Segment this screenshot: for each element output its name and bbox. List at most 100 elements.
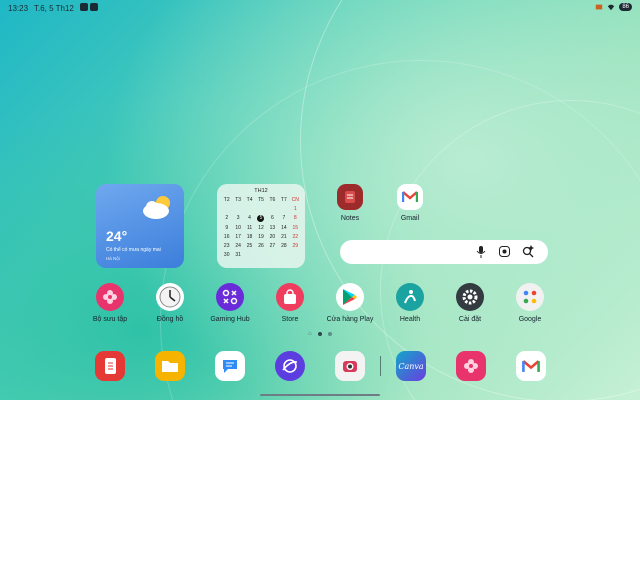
gesture-bar[interactable] bbox=[260, 394, 380, 396]
status-time: 13:23 bbox=[8, 4, 29, 13]
messages-icon bbox=[223, 360, 237, 373]
internet-icon bbox=[282, 359, 298, 373]
calendar-day[interactable]: 31 bbox=[232, 252, 243, 258]
app-label: Google bbox=[518, 316, 542, 323]
calendar-day[interactable] bbox=[244, 206, 255, 212]
calendar-weekday: CN bbox=[291, 197, 299, 203]
calendar-day[interactable]: 3 bbox=[232, 215, 243, 222]
canva-icon: Canva bbox=[398, 361, 424, 371]
clock-icon bbox=[156, 283, 184, 311]
page-indicator[interactable]: ⌂ bbox=[308, 331, 332, 337]
app-notes[interactable]: Notes bbox=[320, 184, 380, 222]
weather-temperature: 24° bbox=[106, 228, 128, 244]
dock-camera[interactable] bbox=[335, 351, 365, 381]
calendar-day[interactable]: 15 bbox=[290, 225, 301, 231]
calendar-day[interactable] bbox=[278, 252, 289, 258]
camera-icon bbox=[343, 361, 357, 372]
calendar-day[interactable]: 26 bbox=[255, 243, 266, 249]
app-clock[interactable]: Đồng hồ bbox=[140, 283, 200, 323]
calendar-day[interactable]: 1 bbox=[290, 206, 301, 212]
calendar-day[interactable] bbox=[221, 206, 232, 212]
calendar-day[interactable]: 27 bbox=[267, 243, 278, 249]
app-label: Store bbox=[281, 316, 299, 323]
calendar-day[interactable]: 20 bbox=[267, 234, 278, 240]
calendar-day[interactable]: 6 bbox=[267, 215, 278, 222]
dock-messages[interactable] bbox=[215, 351, 245, 381]
gmail-icon bbox=[397, 184, 423, 210]
calendar-day[interactable]: 7 bbox=[278, 215, 289, 222]
calendar-weekday: T5 bbox=[258, 197, 264, 203]
weather-city: Hà Nội bbox=[106, 256, 120, 261]
app-gallery[interactable]: Bộ sưu tập bbox=[80, 283, 140, 323]
gaming-hub-icon bbox=[216, 283, 244, 311]
gallery-icon bbox=[96, 283, 124, 311]
app-health[interactable]: Health bbox=[380, 283, 440, 323]
calendar-grid: T2 T3 T4 T5 T6 T7 CN 1 2 3 4 5 6 7 8 9 10 11 12 13 14 15 16 17 1… bbox=[221, 197, 301, 258]
app-gaming-hub[interactable]: Gaming Hub bbox=[200, 283, 260, 323]
calendar-day[interactable]: 16 bbox=[221, 234, 232, 240]
status-date: T.6, 5 Th12 bbox=[34, 4, 74, 13]
alarm-icon bbox=[596, 4, 603, 10]
app-settings[interactable]: Cài đặt bbox=[440, 283, 500, 323]
dock-samsung-notes[interactable] bbox=[95, 351, 125, 381]
calendar-day[interactable] bbox=[255, 252, 266, 258]
calendar-day[interactable]: 14 bbox=[278, 225, 289, 231]
health-icon bbox=[396, 283, 424, 311]
weather-widget[interactable]: 24° Có thể có mưa ngày mai Hà Nội bbox=[96, 184, 184, 268]
calendar-day[interactable] bbox=[232, 206, 243, 212]
ai-search-icon[interactable] bbox=[522, 245, 534, 258]
calendar-weekday: T3 bbox=[235, 197, 242, 203]
calendar-day[interactable]: 13 bbox=[267, 225, 278, 231]
lens-icon[interactable] bbox=[499, 246, 510, 257]
calendar-day[interactable] bbox=[244, 252, 255, 258]
calendar-day[interactable]: 24 bbox=[232, 243, 243, 249]
calendar-widget[interactable]: TH12 T2 T3 T4 T5 T6 T7 CN 1 2 3 4 5 6 7 8 9 10 11 12 13 14 15… bbox=[217, 184, 305, 268]
calendar-day[interactable]: 10 bbox=[232, 225, 243, 231]
app-store[interactable]: Store bbox=[260, 283, 320, 323]
calendar-day[interactable]: 2 bbox=[221, 215, 232, 222]
status-bar: 13:23 T.6, 5 Th12 86 bbox=[0, 0, 640, 18]
calendar-day[interactable] bbox=[267, 252, 278, 258]
play-store-icon bbox=[336, 283, 364, 311]
calendar-weekday: T6 bbox=[269, 197, 276, 203]
calendar-day[interactable] bbox=[278, 206, 289, 212]
app-gmail[interactable]: Gmail bbox=[380, 184, 440, 222]
calendar-month: TH12 bbox=[254, 188, 268, 194]
calendar-day[interactable]: 12 bbox=[255, 225, 266, 231]
calendar-day[interactable]: 9 bbox=[221, 225, 232, 231]
mic-icon[interactable] bbox=[476, 246, 486, 258]
dock-gallery[interactable] bbox=[456, 351, 486, 381]
calendar-day[interactable]: 5 bbox=[255, 215, 266, 222]
app-label: Gaming Hub bbox=[210, 316, 250, 323]
calendar-day[interactable]: 4 bbox=[244, 215, 255, 222]
calendar-day[interactable] bbox=[267, 206, 278, 212]
notes-icon bbox=[337, 184, 363, 210]
dock-canva[interactable]: Canva bbox=[396, 351, 426, 381]
calendar-day[interactable]: 22 bbox=[290, 234, 301, 240]
app-google-folder[interactable]: Google bbox=[500, 283, 560, 323]
calendar-day[interactable]: 18 bbox=[244, 234, 255, 240]
dock-internet[interactable] bbox=[275, 351, 305, 381]
calendar-day[interactable]: 21 bbox=[278, 234, 289, 240]
app-label: Bộ sưu tập bbox=[92, 316, 128, 323]
calendar-day[interactable] bbox=[255, 206, 266, 212]
calendar-day[interactable]: 30 bbox=[221, 252, 232, 258]
app-play-store[interactable]: Cửa hàng Play bbox=[320, 283, 380, 323]
calendar-day[interactable]: 17 bbox=[232, 234, 243, 240]
samsung-notes-icon bbox=[105, 358, 116, 374]
page-dot[interactable] bbox=[317, 332, 322, 336]
page-dot[interactable] bbox=[327, 332, 332, 336]
weather-description: Có thể có mưa ngày mai bbox=[106, 247, 161, 253]
calendar-day[interactable]: 29 bbox=[290, 243, 301, 249]
calendar-day[interactable]: 28 bbox=[278, 243, 289, 249]
calendar-day[interactable]: 23 bbox=[221, 243, 232, 249]
calendar-day[interactable]: 25 bbox=[244, 243, 255, 249]
calendar-day[interactable]: 19 bbox=[255, 234, 266, 240]
dock-gmail[interactable] bbox=[516, 351, 546, 381]
calendar-day[interactable]: 11 bbox=[244, 225, 255, 231]
notification-icon bbox=[80, 3, 88, 11]
calendar-weekday: T7 bbox=[280, 197, 287, 203]
calendar-day[interactable]: 8 bbox=[290, 215, 301, 222]
search-bar[interactable] bbox=[340, 240, 548, 264]
dock-my-files[interactable] bbox=[155, 351, 185, 381]
